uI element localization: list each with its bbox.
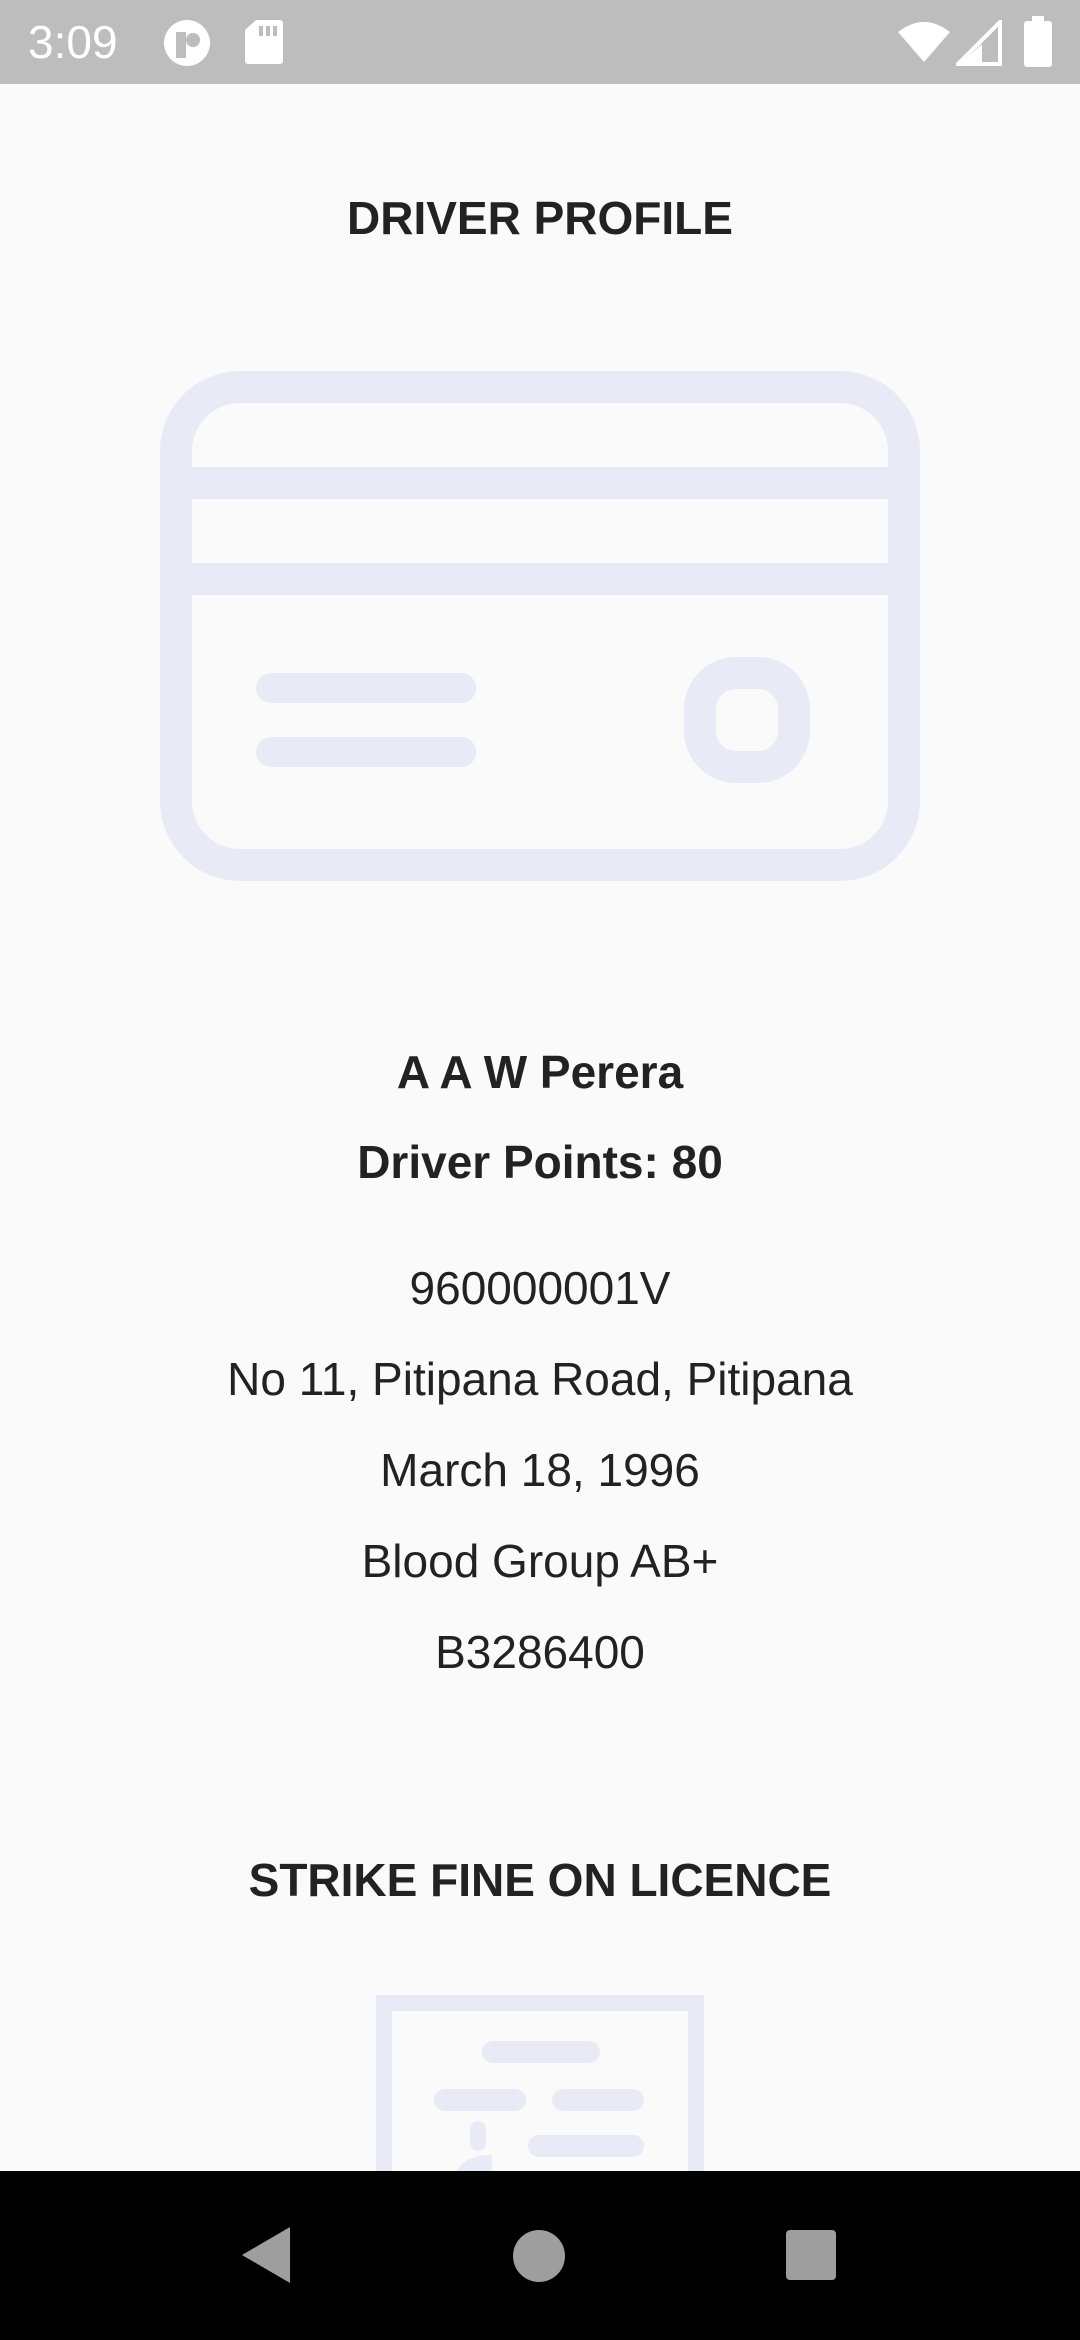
sd-card-icon bbox=[245, 20, 283, 64]
notification-app-icon bbox=[164, 20, 210, 66]
recents-icon[interactable] bbox=[784, 2228, 838, 2282]
cell-signal-icon bbox=[956, 20, 1002, 66]
status-bar: 3:09 bbox=[0, 0, 1080, 84]
navigation-bar bbox=[0, 2171, 1080, 2340]
battery-icon bbox=[1024, 16, 1052, 67]
driver-blood-group: Blood Group AB+ bbox=[361, 1535, 719, 1587]
driver-profile-screen[interactable]: DRIVER PROFILE A A W Perera Driver Point… bbox=[0, 84, 1080, 2171]
driver-dob: March 18, 1996 bbox=[380, 1444, 700, 1496]
driver-licence-number: B3286400 bbox=[435, 1626, 645, 1678]
back-icon[interactable] bbox=[238, 2225, 294, 2285]
home-icon[interactable] bbox=[511, 2228, 567, 2284]
status-time: 3:09 bbox=[28, 16, 118, 68]
driver-points: Driver Points: 80 bbox=[357, 1136, 723, 1188]
wifi-icon bbox=[898, 22, 950, 62]
driver-name: A A W Perera bbox=[396, 1046, 684, 1098]
driver-nic: 960000001V bbox=[409, 1262, 671, 1314]
driver-address: No 11, Pitipana Road, Pitipana bbox=[227, 1353, 853, 1405]
page-title: DRIVER PROFILE bbox=[347, 192, 733, 244]
credit-card-illustration bbox=[160, 371, 920, 881]
strike-fine-title: STRIKE FINE ON LICENCE bbox=[248, 1854, 832, 1906]
fine-document-illustration bbox=[376, 1995, 704, 2171]
